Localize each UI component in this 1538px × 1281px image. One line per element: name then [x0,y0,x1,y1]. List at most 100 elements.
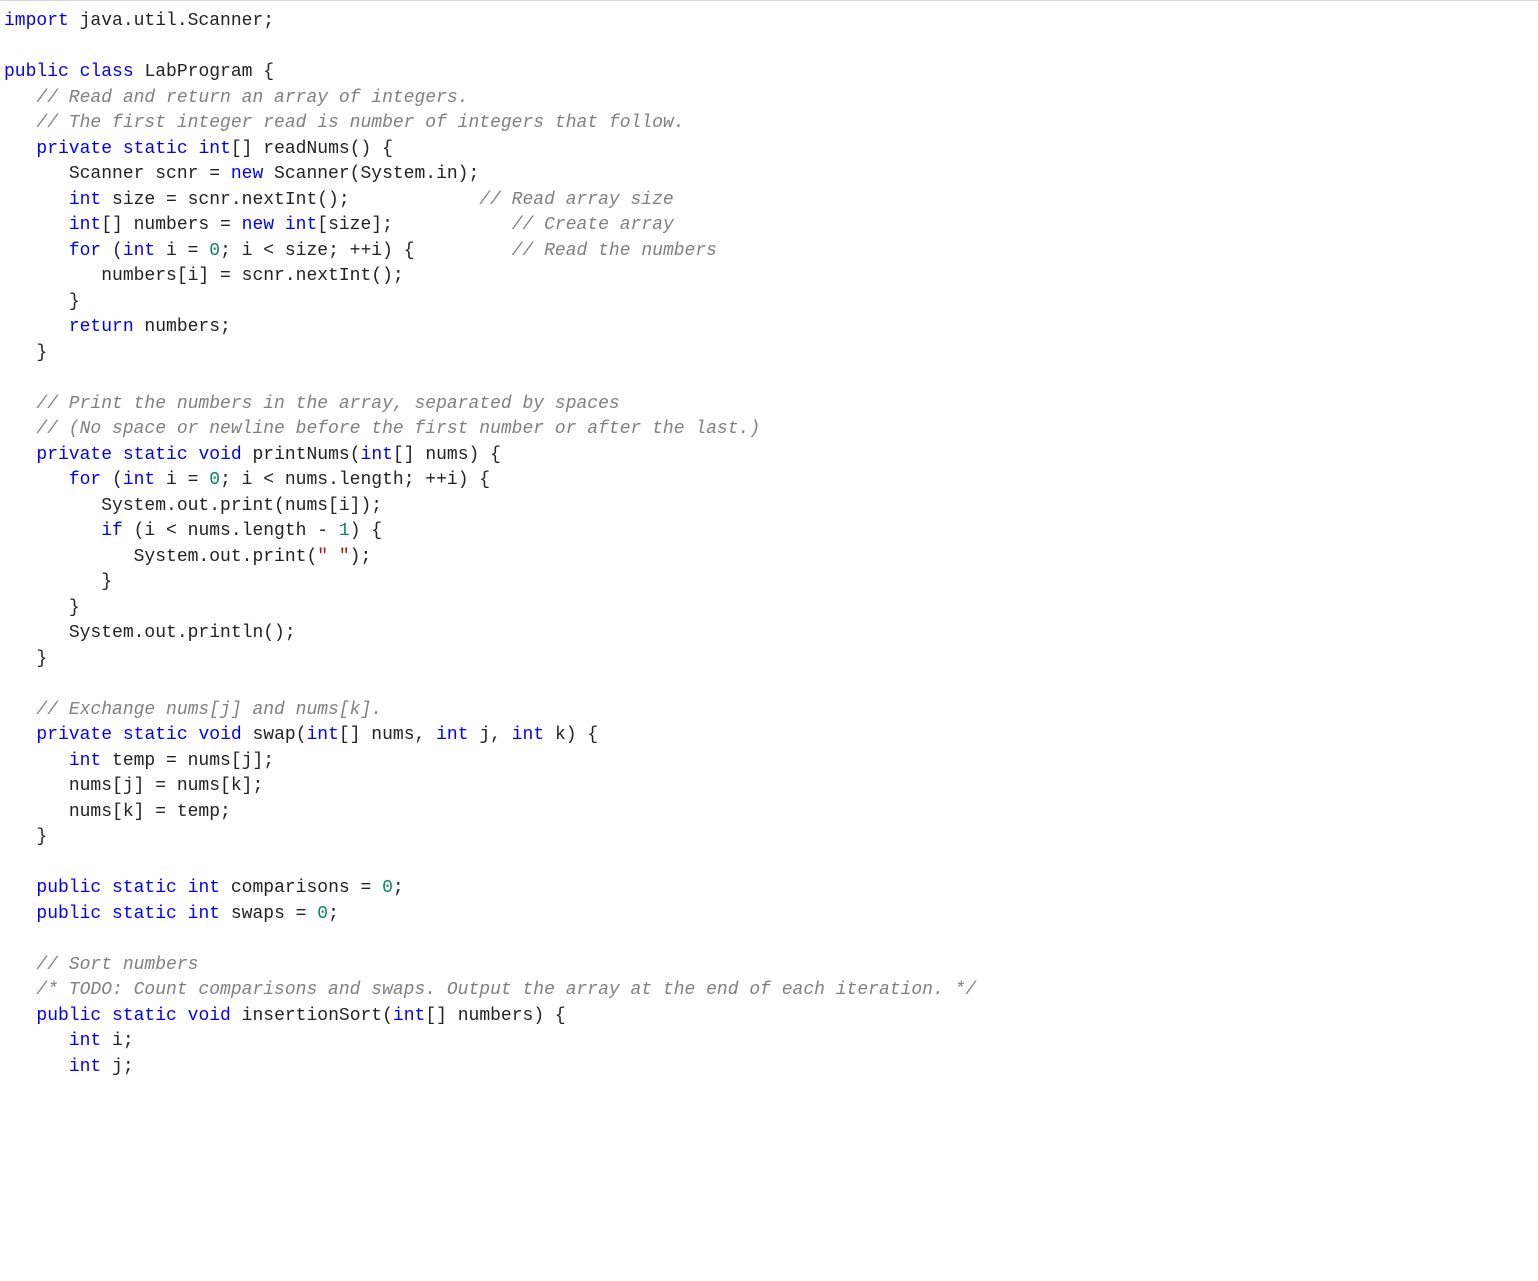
code-token: 0 [209,470,220,490]
code-token: public [36,878,101,898]
code-token: [] nums, [339,725,436,745]
code-line: // Sort numbers [4,953,1534,979]
code-line: } [4,825,1534,851]
code-line: public static int comparisons = 0; [4,876,1534,902]
code-token: System.out.print(nums[i]); [101,496,382,516]
code-token: ( [101,470,123,490]
code-token: } [36,343,47,363]
code-token: } [101,572,112,592]
code-token: private [36,139,112,159]
code-token: i = [155,470,209,490]
code-token: // Sort numbers [36,955,198,975]
code-line: } [4,341,1534,367]
code-token: k) { [544,725,598,745]
code-token: int [307,725,339,745]
code-token: class [80,62,134,82]
code-token: // Create array [512,215,674,235]
code-token: ( [101,241,123,261]
code-line: int[] numbers = new int[size]; // Create… [4,213,1534,239]
code-token: size = scnr.nextInt(); [101,190,479,210]
code-token: swaps = [220,904,317,924]
code-line: private static int[] readNums() { [4,137,1534,163]
code-line: import java.util.Scanner; [4,9,1534,35]
code-token [188,445,199,465]
code-token [101,878,112,898]
code-token: public [36,1006,101,1026]
code-token: ) { [350,521,382,541]
code-token: LabProgram { [134,62,274,82]
code-token [112,725,123,745]
code-token: static [123,139,188,159]
code-token: // Exchange nums[j] and nums[k]. [36,700,382,720]
code-token [188,725,199,745]
code-token: j, [469,725,512,745]
code-line: System.out.print(" "); [4,545,1534,571]
code-token: System.out.print( [134,547,318,567]
code-token [177,904,188,924]
code-line: } [4,290,1534,316]
code-token: swap( [242,725,307,745]
code-token: int [285,215,317,235]
code-token: void [188,1006,231,1026]
code-token: [] readNums() { [231,139,393,159]
code-line: int i; [4,1029,1534,1055]
code-token [274,215,285,235]
code-token: } [69,598,80,618]
code-token: void [198,725,241,745]
code-line: for (int i = 0; i < size; ++i) { // Read… [4,239,1534,265]
code-token [177,1006,188,1026]
code-token: printNums( [242,445,361,465]
code-line: // Exchange nums[j] and nums[k]. [4,698,1534,724]
code-line: int size = scnr.nextInt(); // Read array… [4,188,1534,214]
code-line: if (i < nums.length - 1) { [4,519,1534,545]
code-line: // Print the numbers in the array, separ… [4,392,1534,418]
code-line [4,927,1534,953]
code-token: new [231,164,263,184]
code-token: [] numbers) { [425,1006,565,1026]
code-line: Scanner scnr = new Scanner(System.in); [4,162,1534,188]
code-token: new [242,215,274,235]
code-token: static [112,1006,177,1026]
code-token [177,878,188,898]
code-token: for [69,470,101,490]
code-token: (i < nums.length - [123,521,339,541]
code-token: int [436,725,468,745]
code-token: numbers; [134,317,231,337]
code-token: import [4,11,69,31]
code-token: static [123,445,188,465]
code-token: i; [101,1031,133,1051]
code-line: public class LabProgram { [4,60,1534,86]
code-token: System.out.println(); [69,623,296,643]
code-token: 1 [339,521,350,541]
code-token: private [36,445,112,465]
code-line: public static int swaps = 0; [4,902,1534,928]
code-token: if [101,521,123,541]
code-line: numbers[i] = scnr.nextInt(); [4,264,1534,290]
code-line: // (No space or newline before the first… [4,417,1534,443]
code-token: } [69,292,80,312]
code-token: public [4,62,69,82]
code-token: // (No space or newline before the first… [36,419,760,439]
code-token: int [512,725,544,745]
code-token [69,62,80,82]
code-token: private [36,725,112,745]
code-line: for (int i = 0; i < nums.length; ++i) { [4,468,1534,494]
code-token: j; [101,1057,133,1077]
code-token: nums[j] = nums[k]; [69,776,263,796]
code-token: // Read array size [479,190,673,210]
code-token: // The first integer read is number of i… [36,113,684,133]
code-token: static [123,725,188,745]
code-line: /* TODO: Count comparisons and swaps. Ou… [4,978,1534,1004]
code-line: private static void printNums(int[] nums… [4,443,1534,469]
code-line: System.out.print(nums[i]); [4,494,1534,520]
code-line: } [4,570,1534,596]
code-token: // Read the numbers [512,241,717,261]
code-line: int temp = nums[j]; [4,749,1534,775]
code-token: insertionSort( [231,1006,393,1026]
code-token [101,1006,112,1026]
code-token: int [69,1031,101,1051]
code-line [4,851,1534,877]
code-editor[interactable]: import java.util.Scanner; public class L… [0,0,1538,1088]
code-token: int [123,470,155,490]
code-token: for [69,241,101,261]
